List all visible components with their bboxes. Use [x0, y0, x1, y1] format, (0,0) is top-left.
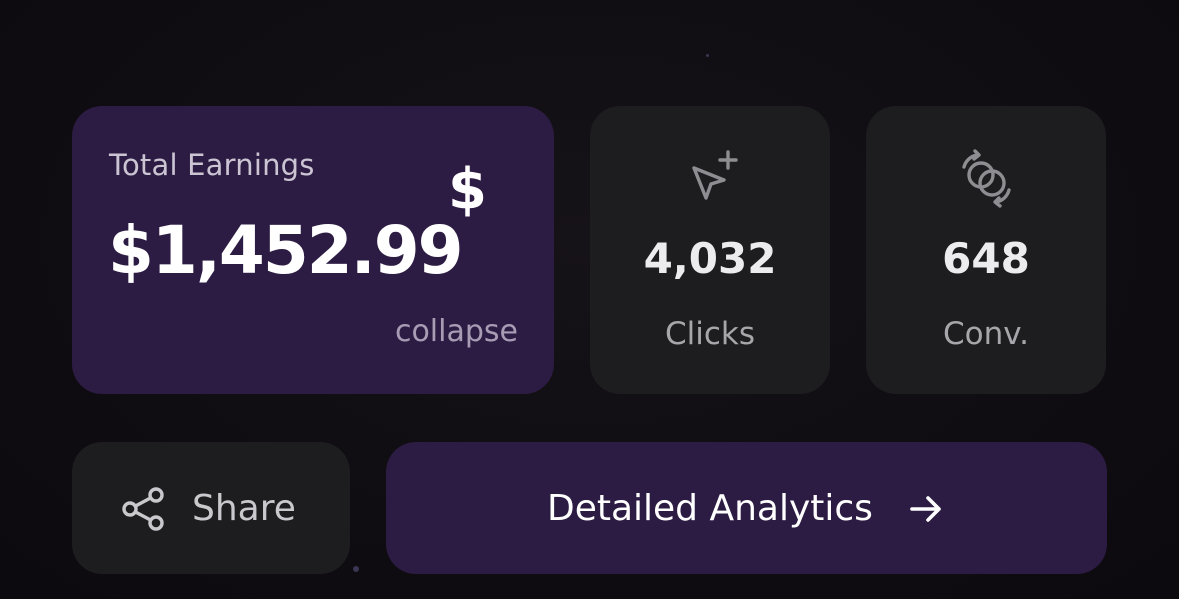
- detailed-analytics-button[interactable]: Detailed Analytics: [386, 442, 1107, 574]
- background-dot: [353, 566, 359, 572]
- clicks-label: Clicks: [664, 316, 756, 352]
- share-label: Share: [192, 488, 296, 529]
- clicks-value: 4,032: [643, 234, 777, 283]
- detailed-analytics-label: Detailed Analytics: [546, 488, 873, 529]
- conversions-stat-card: 648 Conv.: [866, 106, 1106, 394]
- total-earnings-card: Total Earnings $1,452.99 $ collapse: [72, 106, 554, 394]
- cursor-click-plus-icon: [692, 150, 738, 200]
- earnings-title: Total Earnings: [109, 148, 315, 182]
- conversions-value: 648: [942, 234, 1030, 283]
- dollar-sign-icon: $: [448, 157, 487, 222]
- share-icon: [122, 487, 164, 531]
- conversions-label: Conv.: [942, 316, 1030, 352]
- clicks-stat-card: 4,032 Clicks: [590, 106, 830, 394]
- conversion-rings-icon: [962, 149, 1011, 208]
- share-button[interactable]: Share: [72, 442, 350, 574]
- arrow-right-icon: [910, 495, 941, 522]
- earnings-amount: $1,452.99: [108, 212, 464, 289]
- collapse-button[interactable]: collapse: [395, 314, 518, 349]
- background-dot: [706, 54, 709, 57]
